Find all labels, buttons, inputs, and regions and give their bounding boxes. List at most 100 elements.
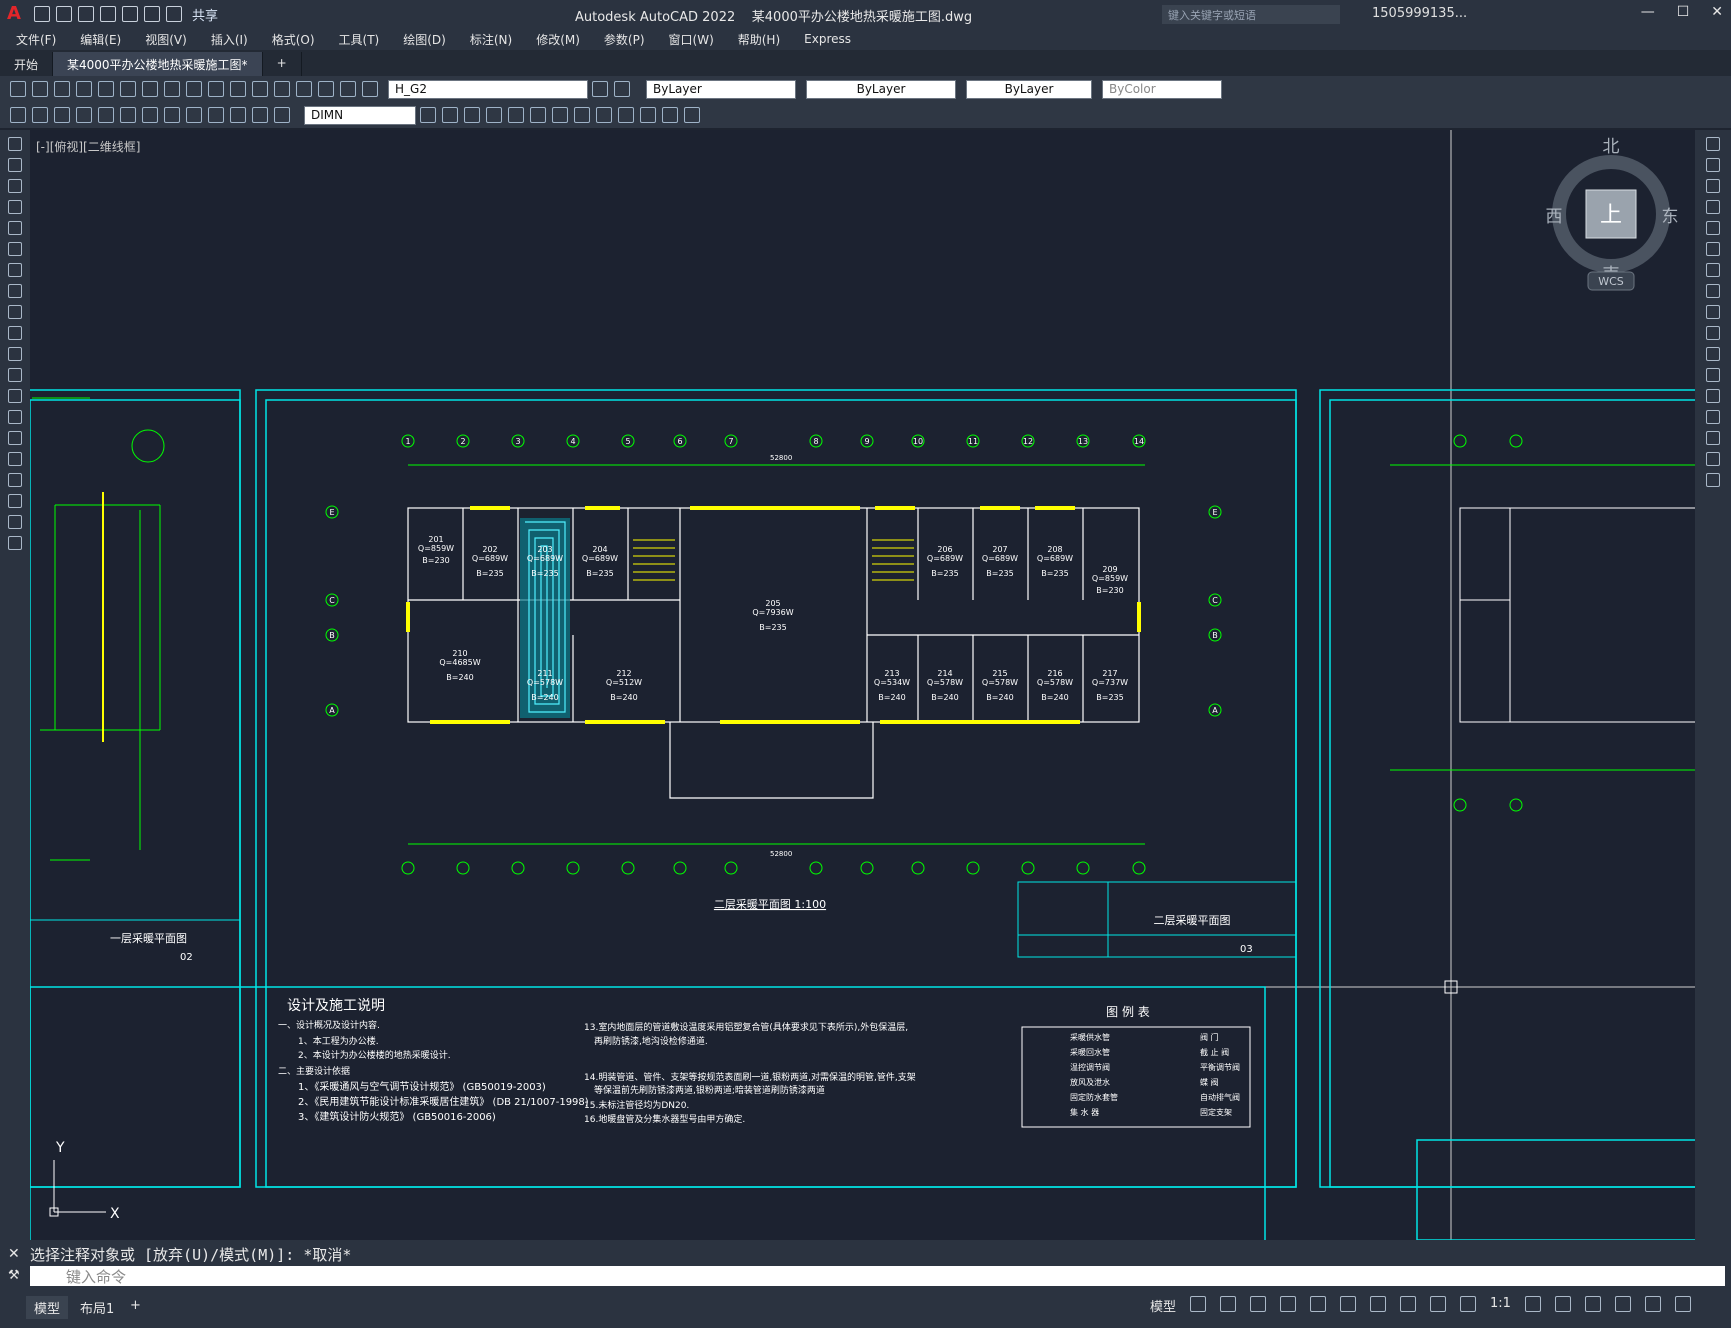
menu-insert[interactable]: 插入(I) — [211, 31, 248, 48]
polyline-icon[interactable] — [8, 179, 22, 193]
preview-icon[interactable] — [98, 81, 114, 97]
plot-icon[interactable] — [76, 81, 92, 97]
break-r-icon[interactable] — [1706, 368, 1720, 382]
cut-icon[interactable] — [120, 81, 136, 97]
dim-linear-icon[interactable] — [10, 107, 26, 123]
dim-aligned-icon[interactable] — [32, 107, 48, 123]
linetype-dropdown[interactable]: ByLayer — [806, 79, 956, 99]
dim-update-icon[interactable] — [420, 107, 436, 123]
wrench-icon[interactable]: ⚒ — [8, 1268, 20, 1283]
tab-start[interactable]: 开始 — [0, 52, 54, 76]
ortho-icon[interactable] — [1250, 1296, 1267, 1312]
blend-r-icon[interactable] — [1706, 452, 1720, 466]
array-icon[interactable] — [508, 107, 524, 123]
help-icon[interactable] — [318, 81, 334, 97]
scale-r-icon[interactable] — [1706, 284, 1720, 298]
viewcube-north[interactable]: 北 — [1603, 137, 1620, 157]
polygon-icon[interactable] — [8, 200, 22, 214]
plotstyle-dropdown[interactable]: ByColor — [1102, 79, 1222, 99]
properties-icon[interactable] — [296, 81, 312, 97]
fillet-r-icon[interactable] — [1706, 431, 1720, 445]
new-tab-button[interactable]: + — [263, 52, 302, 76]
circle-icon[interactable] — [8, 263, 22, 277]
xline-icon[interactable] — [8, 158, 22, 172]
dim-edit-icon[interactable] — [274, 107, 290, 123]
close-icon[interactable]: ✕ — [1711, 4, 1723, 20]
undo-tool-icon[interactable] — [208, 81, 224, 97]
rectangle-icon[interactable] — [8, 221, 22, 235]
layer-state-icon[interactable] — [614, 81, 630, 97]
menu-parametric[interactable]: 参数(P) — [604, 31, 645, 48]
layer-prev-icon[interactable] — [592, 81, 608, 97]
scale-icon[interactable] — [574, 107, 590, 123]
undo-icon[interactable] — [144, 6, 160, 22]
viewcube-top[interactable]: 上 — [1600, 203, 1622, 228]
copy-obj-icon[interactable] — [442, 107, 458, 123]
open-icon[interactable] — [56, 6, 72, 22]
print-icon[interactable] — [122, 6, 138, 22]
explode-r-icon[interactable] — [1706, 473, 1720, 487]
redo-icon[interactable] — [166, 6, 182, 22]
center-mark-icon[interactable] — [252, 107, 268, 123]
fullscreen-icon[interactable] — [1644, 1296, 1661, 1312]
offset-r-icon[interactable] — [1706, 200, 1720, 214]
viewcube-east[interactable]: 东 — [1662, 207, 1679, 227]
dim-angular-icon[interactable] — [142, 107, 158, 123]
layout1-tab[interactable]: 布局1 — [72, 1296, 122, 1319]
drawing-canvas[interactable]: [-][俯视][二维线框] 上 北 南 东 西 WCS — [30, 130, 1695, 1240]
menu-format[interactable]: 格式(O) — [272, 31, 315, 48]
line-icon[interactable] — [8, 137, 22, 151]
hardware-accel-icon[interactable] — [1614, 1296, 1631, 1312]
copy-icon[interactable] — [142, 81, 158, 97]
fillet-icon[interactable] — [662, 107, 678, 123]
close-cmd-icon[interactable]: ✕ — [8, 1246, 20, 1262]
pan-icon[interactable] — [252, 81, 268, 97]
table-icon[interactable] — [8, 494, 22, 508]
trim-icon[interactable] — [618, 107, 634, 123]
plus-icon[interactable] — [1554, 1296, 1571, 1312]
match-icon[interactable] — [186, 81, 202, 97]
extend-icon[interactable] — [640, 107, 656, 123]
snap-icon[interactable] — [1220, 1296, 1237, 1312]
polar-icon[interactable] — [1280, 1296, 1297, 1312]
new-icon[interactable] — [34, 6, 50, 22]
dim-arc-icon[interactable] — [54, 107, 70, 123]
floor2-plan[interactable]: 52800 52800 1 2 3 4 5 6 7 8 9 10 11 12 1… — [325, 434, 1297, 958]
insert-block-icon[interactable] — [8, 368, 22, 382]
lineweight-icon[interactable] — [1400, 1296, 1417, 1312]
search-input[interactable]: 键入关键字或短语 — [1162, 5, 1340, 24]
mirror-r-icon[interactable] — [1706, 179, 1720, 193]
redo-tool-icon[interactable] — [230, 81, 246, 97]
erase-icon[interactable] — [1706, 137, 1720, 151]
autocad-logo-icon[interactable]: A — [0, 0, 28, 28]
join-r-icon[interactable] — [1706, 389, 1720, 403]
menu-window[interactable]: 窗口(W) — [669, 31, 714, 48]
move-r-icon[interactable] — [1706, 242, 1720, 256]
layer-manager-icon[interactable] — [340, 81, 356, 97]
open-file-icon[interactable] — [32, 81, 48, 97]
mtext-icon[interactable] — [8, 515, 22, 529]
design-notes[interactable]: 设计及施工说明 一、设计概况及设计内容. 1、本工程为办公楼. 2、本设计为办公… — [278, 998, 916, 1125]
add-selected-icon[interactable] — [8, 536, 22, 550]
osnap-track-icon[interactable] — [1340, 1296, 1357, 1312]
zoom-icon[interactable] — [274, 81, 290, 97]
stretch-r-icon[interactable] — [1706, 305, 1720, 319]
stretch-icon[interactable] — [596, 107, 612, 123]
menu-draw[interactable]: 绘图(D) — [403, 31, 446, 48]
move-icon[interactable] — [530, 107, 546, 123]
command-input[interactable]: 键入命令 — [30, 1266, 1725, 1286]
share-button[interactable]: 共享 — [192, 5, 218, 24]
grid-icon[interactable] — [1190, 1296, 1207, 1312]
menu-tools[interactable]: 工具(T) — [339, 31, 380, 48]
menu-modify[interactable]: 修改(M) — [536, 31, 580, 48]
color-dropdown[interactable]: ByLayer — [646, 79, 796, 99]
annotation-scale[interactable]: 1:1 — [1490, 1296, 1511, 1315]
isodraft-icon[interactable] — [1310, 1296, 1327, 1312]
wcs-menu[interactable]: WCS — [1598, 275, 1624, 288]
dim-diameter-icon[interactable] — [120, 107, 136, 123]
isolate-icon[interactable] — [1584, 1296, 1601, 1312]
menu-express[interactable]: Express — [804, 32, 851, 46]
customize-menu-icon[interactable] — [1674, 1296, 1691, 1312]
dim-radius-icon[interactable] — [98, 107, 114, 123]
dim-continue-icon[interactable] — [208, 107, 224, 123]
